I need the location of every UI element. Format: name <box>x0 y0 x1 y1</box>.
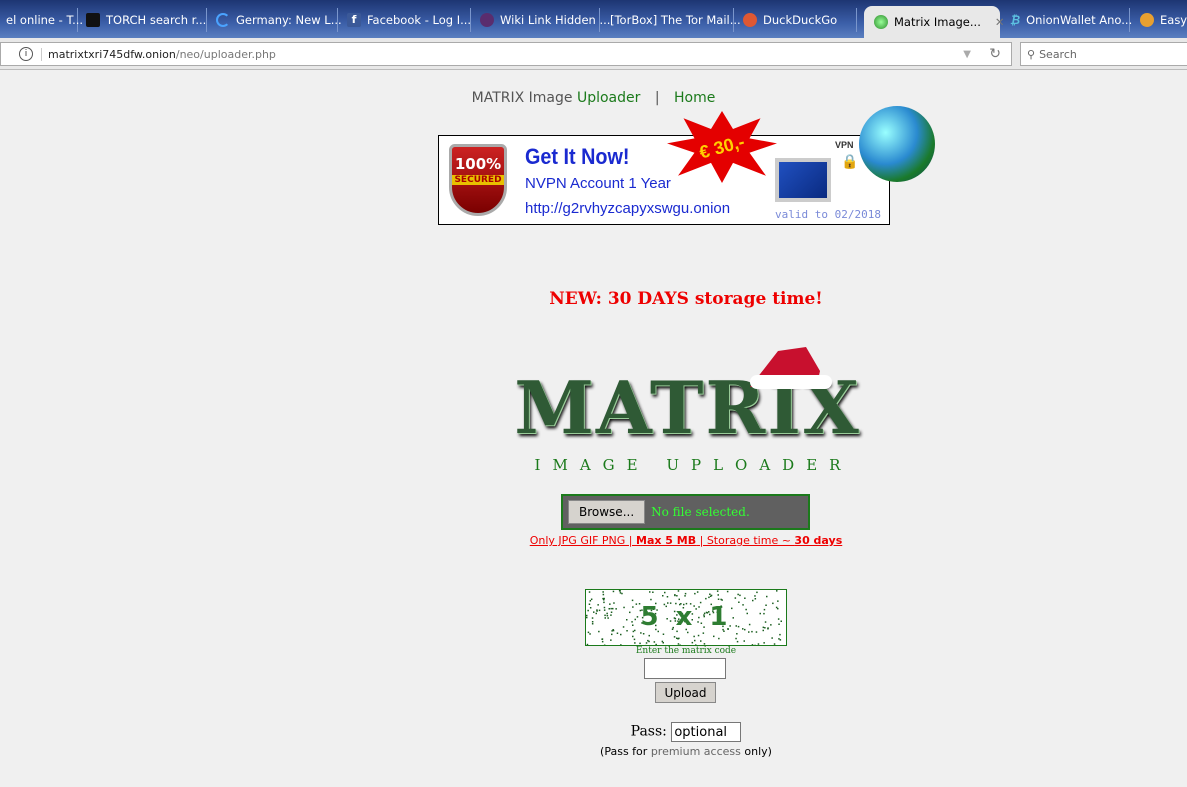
padlock-icon: 🔒 <box>841 154 859 170</box>
tab-wiki[interactable]: Wiki Link Hidden ... <box>474 8 610 32</box>
top-nav: MATRIX Image Uploader | Home <box>0 90 1187 106</box>
logo-subtitle: IMAGE UPLOADER <box>534 456 853 474</box>
tab-torbox[interactable]: [TorBox] The Tor Mail... <box>604 8 741 32</box>
reload-icon[interactable]: ↻ <box>989 46 1001 62</box>
tab-label: Wiki Link Hidden ... <box>500 13 611 27</box>
tab-matrix-active[interactable]: Matrix Image... ✕ <box>864 6 1005 38</box>
banner-link[interactable]: http://g2rvhyzcapyxswgu.onion <box>525 200 730 217</box>
dropdown-arrow-icon[interactable]: ▼ <box>963 49 971 60</box>
facebook-icon: f <box>347 13 361 27</box>
pass-note-prefix: (Pass for <box>600 745 651 758</box>
navigation-bar: i matrixtxri745dfw.onion/neo/uploader.ph… <box>0 38 1187 70</box>
rocket-icon <box>1140 13 1154 27</box>
captcha-code: 5 x 1 <box>640 602 732 632</box>
price-label: € 30,- <box>697 130 747 163</box>
tab-label: Matrix Image... <box>894 15 981 29</box>
url-path: /neo/uploader.php <box>175 47 276 61</box>
computer-icon <box>775 158 831 202</box>
upload-button[interactable]: Upload <box>655 682 716 703</box>
brand-prefix: MATRIX Image <box>471 90 577 106</box>
tab-label: EasyC <box>1160 13 1187 27</box>
limits-types: Only JPG GIF PNG | <box>529 534 637 547</box>
tab-label: OnionWallet Ano... <box>1026 13 1133 27</box>
tab-duckduckgo[interactable]: DuckDuckGo <box>737 8 857 32</box>
duckduckgo-icon <box>743 13 757 27</box>
storage-notice: NEW: 30 DAYS storage time! <box>549 289 823 309</box>
banner-headline: Get It Now! <box>525 144 630 169</box>
loading-spinner-icon <box>216 13 230 27</box>
info-icon[interactable]: i <box>19 47 33 61</box>
torch-icon <box>86 13 100 27</box>
matrix-globe-icon <box>874 15 888 29</box>
separator: | <box>654 90 660 106</box>
limits-size: Max 5 MB <box>636 534 697 547</box>
price-starburst: € 30,- <box>667 111 777 183</box>
search-icon: ⚲ <box>1027 47 1036 61</box>
tab-onionwallet[interactable]: ₿ OnionWallet Ano... <box>1004 8 1133 32</box>
file-input[interactable]: Browse... No file selected. <box>561 494 810 530</box>
vpn-label: VPN <box>835 140 854 150</box>
limits-text: Only JPG GIF PNG | Max 5 MB | Storage ti… <box>530 534 843 547</box>
tab-label: [TorBox] The Tor Mail... <box>610 13 741 27</box>
pass-row: Pass: <box>0 722 1187 742</box>
brand-link[interactable]: Uploader <box>577 90 640 106</box>
badge-bottom: SECURED <box>452 175 504 185</box>
captcha-input[interactable] <box>644 658 726 679</box>
secured-badge: 100% SECURED <box>449 144 507 216</box>
file-status: No file selected. <box>651 505 750 519</box>
tab-facebook[interactable]: f Facebook - Log I... <box>341 8 471 32</box>
captcha-image: 5 x 1 <box>585 589 787 646</box>
upload-limits: Only JPG GIF PNG | Max 5 MB | Storage ti… <box>0 534 1187 547</box>
pass-note: (Pass for premium access only) <box>0 745 1187 758</box>
banner-product: NVPN Account 1 Year <box>525 175 671 192</box>
vpn-ad-banner[interactable]: 100% SECURED Get It Now! NVPN Account 1 … <box>438 106 935 225</box>
onion-icon <box>480 13 494 27</box>
tab-bar: el online - T... TORCH search r... Germa… <box>0 0 1187 38</box>
globe-icon <box>859 106 935 182</box>
pass-input[interactable] <box>671 722 742 742</box>
home-link[interactable]: Home <box>674 90 715 106</box>
banner-validity: valid to 02/2018 <box>775 208 881 221</box>
tab-label: TORCH search r... <box>106 13 207 27</box>
search-placeholder: Search <box>1039 47 1077 61</box>
matrix-logo: MATRIX IMAGE UPLOADER <box>500 345 875 475</box>
badge-top: 100% <box>454 155 502 173</box>
browse-button[interactable]: Browse... <box>568 500 646 524</box>
url-bar[interactable]: i matrixtxri745dfw.onion/neo/uploader.ph… <box>0 42 1012 66</box>
tab-label: Germany: New L... <box>236 13 342 27</box>
search-input[interactable]: ⚲ Search <box>1020 42 1187 66</box>
bitcoin-icon: ₿ <box>1010 13 1021 27</box>
limits-storage: | Storage time ~ <box>696 534 795 547</box>
tab-easy[interactable]: EasyC <box>1134 8 1187 32</box>
pass-label: Pass: <box>630 723 667 740</box>
tab-label: Facebook - Log I... <box>367 13 472 27</box>
captcha-label: Enter the matrix code <box>635 646 737 656</box>
santa-hat-trim <box>750 375 832 389</box>
limits-days: 30 days <box>794 534 843 547</box>
tab-0[interactable]: el online - T... <box>0 8 83 32</box>
tab-label: el online - T... <box>6 13 84 27</box>
tab-label: DuckDuckGo <box>763 13 838 27</box>
tab-torch[interactable]: TORCH search r... <box>80 8 207 32</box>
pass-note-suffix: only) <box>740 745 772 758</box>
premium-access-link[interactable]: premium access <box>651 745 741 758</box>
tab-germany[interactable]: Germany: New L... <box>210 8 342 32</box>
url-host: matrixtxri745dfw.onion <box>41 47 176 61</box>
